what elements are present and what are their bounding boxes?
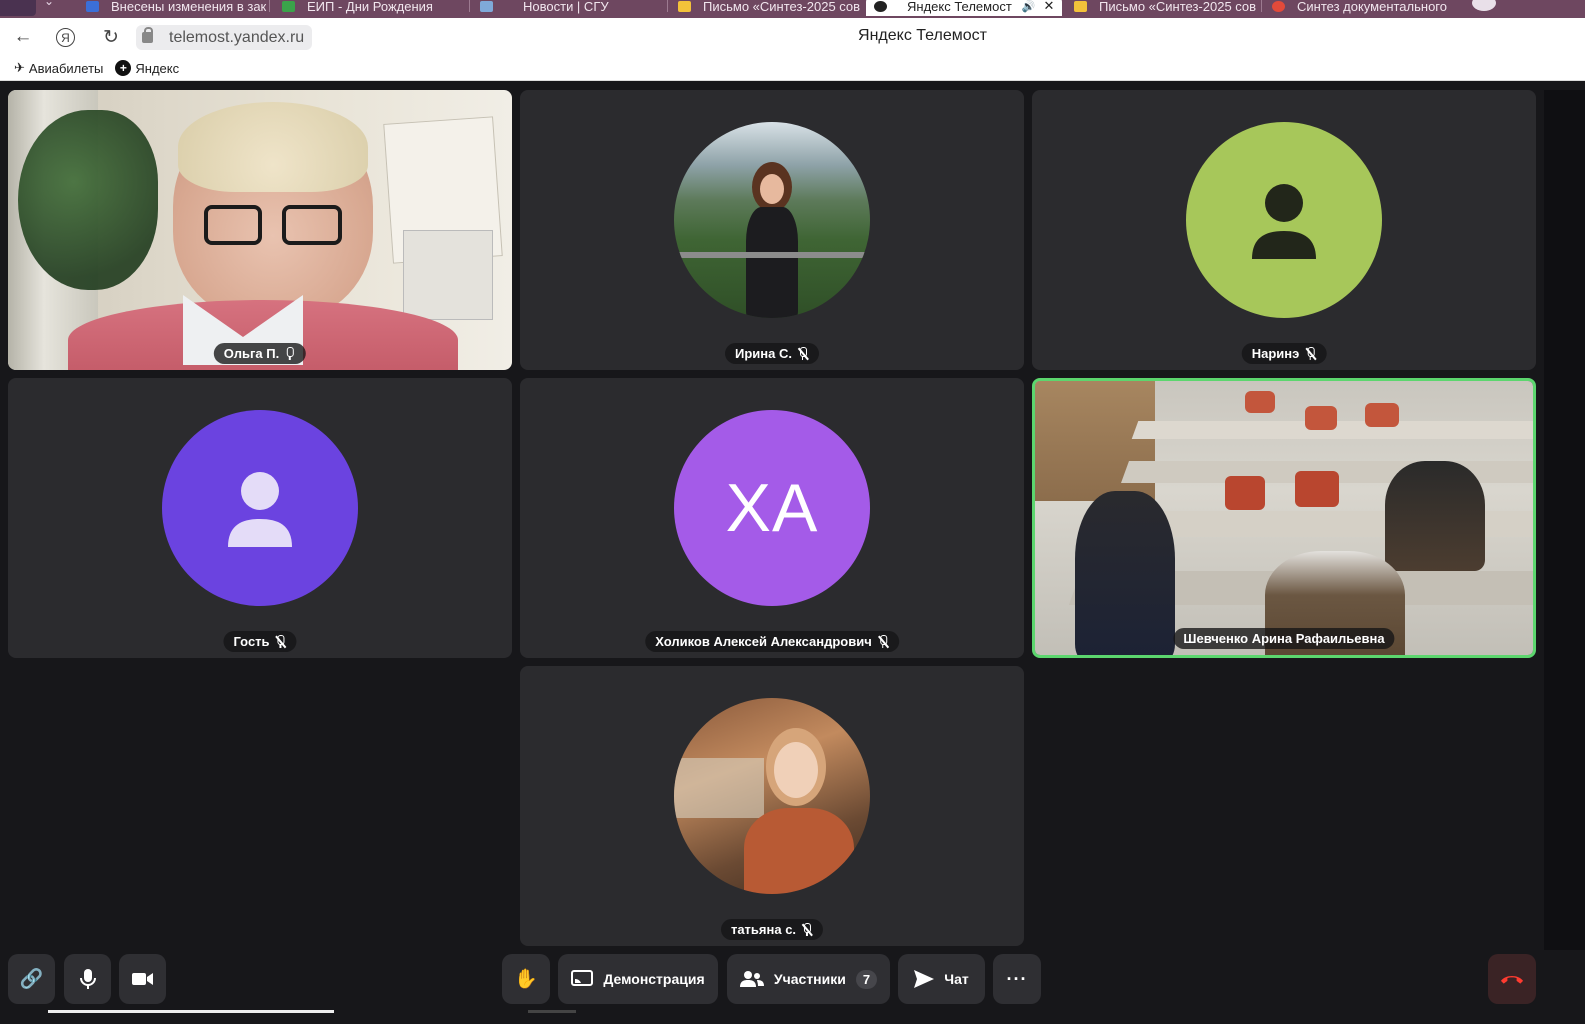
raise-hand-button[interactable]: ✋	[502, 954, 550, 1004]
send-icon	[914, 970, 935, 988]
tab-favicon-icon	[678, 0, 691, 12]
bookmarks-bar: ✈ Авиабилеты + Яндекс	[0, 56, 1585, 81]
participant-video	[1035, 381, 1533, 655]
participant-name-label: Холиков Алексей Александрович	[645, 631, 899, 652]
participants-count-badge: 7	[855, 969, 878, 989]
tab-favicon-icon	[1074, 0, 1087, 12]
tab-close-icon[interactable]: ✕	[1043, 0, 1054, 14]
tab-favicon-icon	[1272, 0, 1285, 12]
participant-avatar	[162, 410, 358, 606]
hang-up-button[interactable]	[1488, 954, 1536, 1004]
participant-name-label: Ирина С.	[725, 343, 819, 364]
participant-tile-tatyana[interactable]: татьяна с.	[520, 666, 1024, 946]
tab-favicon-icon	[86, 0, 99, 12]
yandex-icon: +	[115, 60, 132, 76]
more-dots-icon: ···	[1006, 968, 1028, 989]
browser-tab[interactable]: Письмо «Синтез-2025 сов	[670, 0, 862, 16]
participants-button[interactable]: Участники 7	[727, 954, 890, 1004]
participant-tile-olga[interactable]: Ольга П.	[8, 90, 512, 370]
microphone-icon	[79, 969, 96, 989]
participant-tile-irina[interactable]: Ирина С.	[520, 90, 1024, 370]
participant-tile-shevchenko[interactable]: Шевченко Арина Рафаильевна	[1032, 378, 1536, 658]
side-panel-edge	[1544, 90, 1585, 950]
mic-muted-icon	[275, 635, 287, 649]
participant-photo	[674, 698, 870, 894]
browser-tab[interactable]: Синтез документального	[1264, 0, 1460, 16]
new-tab-button[interactable]	[1472, 0, 1496, 11]
mic-on-icon	[284, 347, 296, 360]
page-title: Яндекс Телемост	[858, 27, 987, 44]
browser-tab[interactable]: ЕИП - Дни Рождения	[274, 0, 470, 16]
participant-name-label: Ольга П.	[213, 343, 307, 364]
link-icon: 🔗	[19, 969, 44, 990]
participant-tile-kholikov[interactable]: ХА Холиков Алексей Александрович	[520, 378, 1024, 658]
participant-tile-guest[interactable]: Гость	[8, 378, 512, 658]
hang-up-icon	[1500, 976, 1524, 984]
screen-share-button[interactable]: Демонстрация	[558, 954, 718, 1004]
tab-list-chevron-icon[interactable]: ⌄	[44, 0, 54, 8]
copy-link-button[interactable]: 🔗	[8, 954, 55, 1004]
tab-favicon-icon	[874, 0, 887, 12]
mic-muted-icon	[797, 347, 809, 361]
address-bar: ← Я ↻ telemost.yandex.ru Яндекс Телемост	[0, 18, 1585, 56]
participant-initials: ХА	[725, 470, 819, 546]
mic-muted-icon	[877, 635, 889, 649]
bookmark-yandex[interactable]: + Яндекс	[115, 60, 179, 76]
bookmark-aviabilety[interactable]: ✈ Авиабилеты	[14, 60, 103, 76]
participant-avatar	[1186, 122, 1382, 318]
more-options-button[interactable]: ···	[993, 954, 1041, 1004]
camera-button[interactable]	[119, 954, 166, 1004]
chat-button[interactable]: Чат	[898, 954, 985, 1004]
browser-tab-strip: ⌄ Внесены изменения в зак ЕИП - Дни Рожд…	[0, 0, 1585, 18]
people-icon	[739, 971, 764, 987]
user-silhouette-icon	[1252, 184, 1316, 259]
tab-favicon-icon	[480, 0, 493, 12]
user-silhouette-icon	[228, 472, 292, 547]
participant-name-label: Шевченко Арина Рафаильевна	[1173, 628, 1395, 649]
mic-muted-icon	[801, 923, 813, 937]
microphone-button[interactable]	[64, 954, 111, 1004]
participant-tile-narine[interactable]: Наринэ	[1032, 90, 1536, 370]
participant-photo	[674, 122, 870, 318]
camera-icon	[131, 973, 153, 985]
browser-tab-active[interactable]: Яндекс Телемост 🔊 ✕	[866, 0, 1062, 16]
tab-favicon-icon	[282, 0, 295, 12]
tab-audio-icon[interactable]: 🔊	[1022, 0, 1036, 13]
scroll-indicator	[528, 1010, 576, 1013]
browser-tab[interactable]: Письмо «Синтез-2025 сов	[1066, 0, 1262, 16]
browser-tab[interactable]: Внесены изменения в зак	[78, 0, 270, 16]
participant-name-label: Наринэ	[1241, 343, 1327, 364]
horizontal-scrollbar[interactable]	[48, 1010, 334, 1013]
participant-initials-avatar: ХА	[674, 410, 870, 606]
screen-share-icon	[571, 970, 594, 986]
airplane-icon: ✈	[14, 60, 25, 75]
participant-name-label: татьяна с.	[720, 919, 824, 940]
mic-muted-icon	[1304, 347, 1317, 361]
browser-tab[interactable]: Новости | СГУ	[472, 0, 668, 16]
participant-video	[8, 90, 512, 370]
tab-search-button[interactable]	[0, 0, 36, 16]
participant-name-label: Гость	[223, 631, 297, 652]
hand-icon: ✋	[514, 969, 538, 990]
